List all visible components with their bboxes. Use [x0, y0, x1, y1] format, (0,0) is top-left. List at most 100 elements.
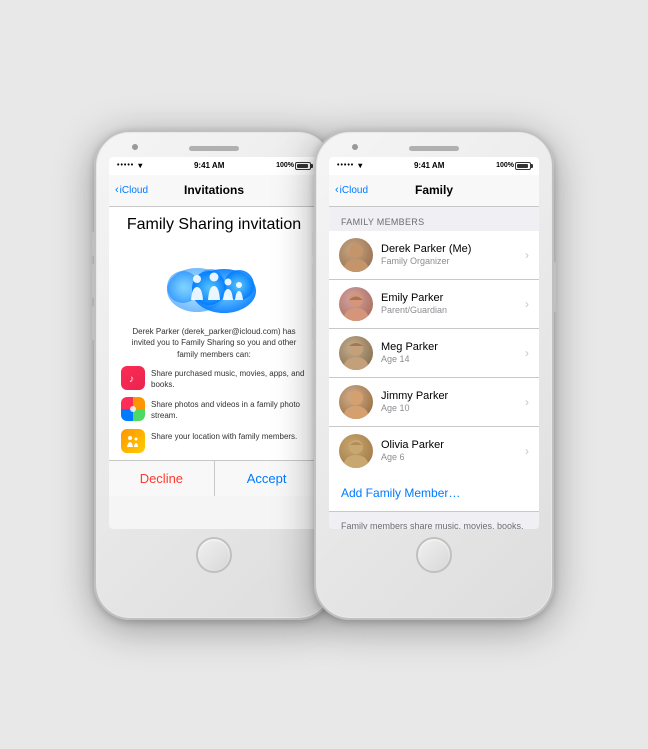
back-button-left[interactable]: ‹ iCloud — [115, 184, 148, 196]
feature-music: ♪ Share purchased music, movies, apps, a… — [121, 366, 307, 390]
speaker-left — [189, 146, 239, 151]
volume-up-button-right[interactable] — [312, 264, 315, 298]
decline-button[interactable]: Decline — [109, 461, 214, 496]
jimmy-info: Jimmy Parker Age 10 — [381, 390, 525, 413]
battery-fill-left — [297, 164, 308, 168]
wifi-icon-right: ▾ — [358, 161, 362, 170]
battery-fill-right — [517, 164, 528, 168]
emily-avatar-svg — [339, 287, 373, 321]
invitation-text: Derek Parker (derek_parker@icloud.com) h… — [109, 326, 319, 366]
avatar-jimmy — [339, 385, 373, 419]
avatar-olivia — [339, 434, 373, 468]
power-button-right[interactable] — [553, 262, 556, 312]
signal-dots-left: ••••• — [117, 162, 134, 169]
back-button-right[interactable]: ‹ iCloud — [335, 184, 368, 196]
mute-button[interactable] — [92, 232, 95, 256]
avatar-derek — [339, 238, 373, 272]
nav-bar-right: ‹ iCloud Family — [329, 175, 539, 207]
action-bar: Decline Accept — [109, 460, 319, 496]
home-button-left[interactable] — [196, 537, 232, 573]
feature-family-text: Share your location with family members. — [151, 429, 297, 442]
music-icon: ♪ — [121, 366, 145, 390]
family-svg — [126, 434, 140, 448]
home-button-right[interactable] — [416, 537, 452, 573]
jimmy-avatar-svg — [339, 385, 373, 419]
member-row-olivia[interactable]: Olivia Parker Age 6 › — [329, 427, 539, 475]
nav-title-left: Invitations — [184, 183, 244, 197]
derek-name: Derek Parker (Me) — [381, 243, 525, 255]
mute-button-right[interactable] — [312, 232, 315, 256]
cloud-illustration — [109, 239, 319, 326]
nav-title-right: Family — [415, 183, 453, 197]
family-icon — [121, 429, 145, 453]
member-row-emily[interactable]: Emily Parker Parent/Guardian › — [329, 280, 539, 329]
battery-pct-right: 100% — [496, 162, 514, 169]
volume-down-button[interactable] — [92, 306, 95, 340]
derek-avatar-svg — [339, 238, 373, 272]
member-row-jimmy[interactable]: Jimmy Parker Age 10 › — [329, 378, 539, 427]
derek-role: Family Organizer — [381, 256, 525, 266]
music-note-svg: ♪ — [126, 371, 140, 385]
member-row-meg[interactable]: Meg Parker Age 14 › — [329, 329, 539, 378]
phone-bottom-left — [96, 529, 332, 585]
battery-right: 100% — [496, 162, 531, 170]
jimmy-role: Age 10 — [381, 403, 525, 413]
volume-down-button-right[interactable] — [312, 306, 315, 340]
phone-top-right — [316, 132, 552, 151]
photos-flower-svg — [126, 402, 140, 416]
emily-role: Parent/Guardian — [381, 305, 525, 315]
status-bar-left: ••••• ▾ 9:41 AM 100% — [109, 157, 319, 175]
battery-pct-left: 100% — [276, 162, 294, 169]
feature-photos: Share photos and videos in a family phot… — [121, 397, 307, 421]
member-row-derek[interactable]: Derek Parker (Me) Family Organizer › — [329, 231, 539, 280]
add-member-section[interactable]: Add Family Member… — [329, 475, 539, 512]
emily-info: Emily Parker Parent/Guardian — [381, 292, 525, 315]
battery-left: 100% — [276, 162, 311, 170]
back-chevron-right: ‹ — [335, 184, 339, 196]
volume-up-button[interactable] — [92, 264, 95, 298]
derek-info: Derek Parker (Me) Family Organizer — [381, 243, 525, 266]
front-camera-right — [352, 144, 358, 150]
time-right: 9:41 AM — [414, 161, 444, 170]
derek-chevron: › — [525, 248, 529, 262]
olivia-avatar-svg — [339, 434, 373, 468]
invitation-title: Family Sharing invitation — [109, 207, 319, 240]
back-label-right: iCloud — [340, 185, 368, 196]
jimmy-chevron: › — [525, 395, 529, 409]
svg-text:♪: ♪ — [129, 374, 134, 385]
meg-role: Age 14 — [381, 354, 525, 364]
photos-icon — [121, 397, 145, 421]
jimmy-name: Jimmy Parker — [381, 390, 525, 402]
right-screen-content: FAMILY MEMBERS Derek Parker (Me) Fami — [329, 207, 539, 529]
battery-bar-right — [515, 162, 531, 170]
feature-music-text: Share purchased music, movies, apps, and… — [151, 366, 307, 390]
signal-area-right: ••••• ▾ — [337, 161, 362, 170]
phone-right: ••••• ▾ 9:41 AM 100% ‹ iCloud Family — [314, 130, 554, 620]
screen-right: ••••• ▾ 9:41 AM 100% ‹ iCloud Family — [329, 157, 539, 529]
meg-info: Meg Parker Age 14 — [381, 341, 525, 364]
wifi-icon-left: ▾ — [138, 161, 142, 170]
phone-top-left — [96, 132, 332, 151]
family-members-header: FAMILY MEMBERS — [329, 207, 539, 231]
phone-bottom-right — [316, 529, 552, 585]
phone-left: ••••• ▾ 9:41 AM 100% ‹ iCloud Invitation… — [94, 130, 334, 620]
accept-button[interactable]: Accept — [214, 461, 319, 496]
olivia-chevron: › — [525, 444, 529, 458]
back-chevron-left: ‹ — [115, 184, 119, 196]
back-label-left: iCloud — [120, 185, 148, 196]
feature-list: ♪ Share purchased music, movies, apps, a… — [109, 366, 319, 453]
meg-chevron: › — [525, 346, 529, 360]
signal-dots-right: ••••• — [337, 162, 354, 169]
members-list: Derek Parker (Me) Family Organizer › — [329, 231, 539, 475]
meg-name: Meg Parker — [381, 341, 525, 353]
family-description: Family members share music, movies, book… — [329, 512, 539, 529]
time-left: 9:41 AM — [194, 161, 224, 170]
feature-photos-text: Share photos and videos in a family phot… — [151, 397, 307, 421]
front-camera-left — [132, 144, 138, 150]
avatar-emily — [339, 287, 373, 321]
phones-container: ••••• ▾ 9:41 AM 100% ‹ iCloud Invitation… — [94, 130, 554, 620]
status-bar-right: ••••• ▾ 9:41 AM 100% — [329, 157, 539, 175]
avatar-meg — [339, 336, 373, 370]
emily-name: Emily Parker — [381, 292, 525, 304]
olivia-name: Olivia Parker — [381, 439, 525, 451]
